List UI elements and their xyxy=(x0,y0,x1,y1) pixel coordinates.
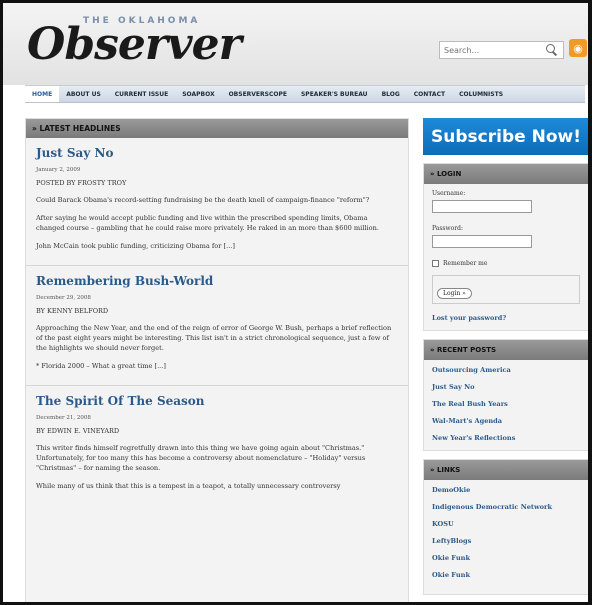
post-date: December 29, 2008 xyxy=(36,295,91,301)
recent-post-link[interactable]: The Real Bush Years xyxy=(432,400,580,408)
post-paragraph: After saying he would accept public fund… xyxy=(36,214,379,232)
nav-columnists[interactable]: COLUMNISTS xyxy=(452,86,510,102)
recent-post-link[interactable]: New Year's Reflections xyxy=(432,434,580,442)
username-input[interactable] xyxy=(432,200,532,213)
nav-home[interactable]: HOME xyxy=(25,86,60,102)
sidebar: Subscribe Now! » LOGIN Username: Passwor… xyxy=(423,118,588,602)
post-title-link[interactable]: Just Say No xyxy=(36,146,398,160)
subscribe-button[interactable]: Subscribe Now! xyxy=(423,118,588,155)
recent-posts-heading: » RECENT POSTS xyxy=(424,340,588,360)
post-paragraph: * Florida 2000 – What a great time [...] xyxy=(36,362,166,370)
password-input[interactable] xyxy=(432,235,532,248)
post-item: Just Say No January 2, 2009 POSTED BY FR… xyxy=(26,138,408,266)
links-item[interactable]: DemoOkie xyxy=(432,486,580,494)
remember-me-checkbox[interactable] xyxy=(432,260,439,267)
links-item[interactable]: LeftyBlogs xyxy=(432,537,580,545)
post-date: December 21, 2008 xyxy=(36,415,91,421)
nav-observerscope[interactable]: OBSERVERSCOPE xyxy=(222,86,294,102)
links-item[interactable]: Indigenous Democratic Network xyxy=(432,503,580,511)
post-paragraph: Could Barack Obama's record-setting fund… xyxy=(36,196,370,204)
nav-about-us[interactable]: ABOUT US xyxy=(59,86,108,102)
browser-frame: THE OKLAHOMA Observer ◉ HOME ABOUT US CU… xyxy=(0,0,592,605)
site-header: THE OKLAHOMA Observer ◉ xyxy=(3,3,588,85)
nav-soapbox[interactable]: SOAPBOX xyxy=(175,86,221,102)
password-label: Password: xyxy=(432,225,463,232)
username-label: Username: xyxy=(432,190,466,197)
login-button-row: Login » xyxy=(432,275,580,304)
post-title-link[interactable]: The Spirit Of The Season xyxy=(36,394,398,408)
remember-me-label: Remember me xyxy=(443,260,488,267)
main-content: » LATEST HEADLINES Just Say No January 2… xyxy=(25,118,409,602)
main-nav: HOME ABOUT US CURRENT ISSUE SOAPBOX OBSE… xyxy=(25,85,585,103)
post-paragraph: While many of us think that this is a te… xyxy=(36,482,341,490)
remember-me-row: Remember me xyxy=(432,260,580,267)
post-title-link[interactable]: Remembering Bush-World xyxy=(36,274,398,288)
nav-contact[interactable]: CONTACT xyxy=(407,86,452,102)
login-heading: » LOGIN xyxy=(424,164,588,184)
site-logo[interactable]: Observer xyxy=(27,19,242,70)
post-author: BY KENNY BELFORD xyxy=(36,307,109,315)
links-item[interactable]: Okie Funk xyxy=(432,571,580,579)
post-item: Remembering Bush-World December 29, 2008… xyxy=(26,266,408,386)
recent-post-link[interactable]: Outsourcing America xyxy=(432,366,580,374)
latest-headlines-heading: » LATEST HEADLINES xyxy=(26,119,408,138)
post-paragraph: John McCain took public funding, critici… xyxy=(36,242,235,250)
links-heading: » LINKS xyxy=(424,460,588,480)
links-item[interactable]: Okie Funk xyxy=(432,554,580,562)
recent-posts-widget: » RECENT POSTS Outsourcing America Just … xyxy=(423,339,588,451)
lost-password-link[interactable]: Lost your password? xyxy=(432,314,580,324)
post-author: BY EDWIN E. VINEYARD xyxy=(36,427,120,435)
links-item[interactable]: KOSU xyxy=(432,520,580,528)
post-paragraph: This writer finds himself regretfully dr… xyxy=(36,444,366,472)
rss-icon[interactable]: ◉ xyxy=(569,39,587,57)
post-author: POSTED BY FROSTY TROY xyxy=(36,179,127,187)
post-item: The Spirit Of The Season December 21, 20… xyxy=(26,386,408,505)
links-widget: » LINKS DemoOkie Indigenous Democratic N… xyxy=(423,459,588,595)
login-widget: » LOGIN Username: Password: Remember me … xyxy=(423,163,588,331)
nav-current-issue[interactable]: CURRENT ISSUE xyxy=(108,86,175,102)
nav-blog[interactable]: BLOG xyxy=(375,86,407,102)
login-button[interactable]: Login » xyxy=(437,288,472,299)
post-date: January 2, 2009 xyxy=(36,167,81,173)
post-paragraph: Approaching the New Year, and the end of… xyxy=(36,324,392,352)
search-box xyxy=(439,41,564,59)
search-input[interactable] xyxy=(440,42,545,58)
nav-speakers-bureau[interactable]: SPEAKER'S BUREAU xyxy=(294,86,375,102)
recent-post-link[interactable]: Just Say No xyxy=(432,383,580,391)
search-icon[interactable] xyxy=(545,43,559,57)
recent-post-link[interactable]: Wal-Mart's Agenda xyxy=(432,417,580,425)
